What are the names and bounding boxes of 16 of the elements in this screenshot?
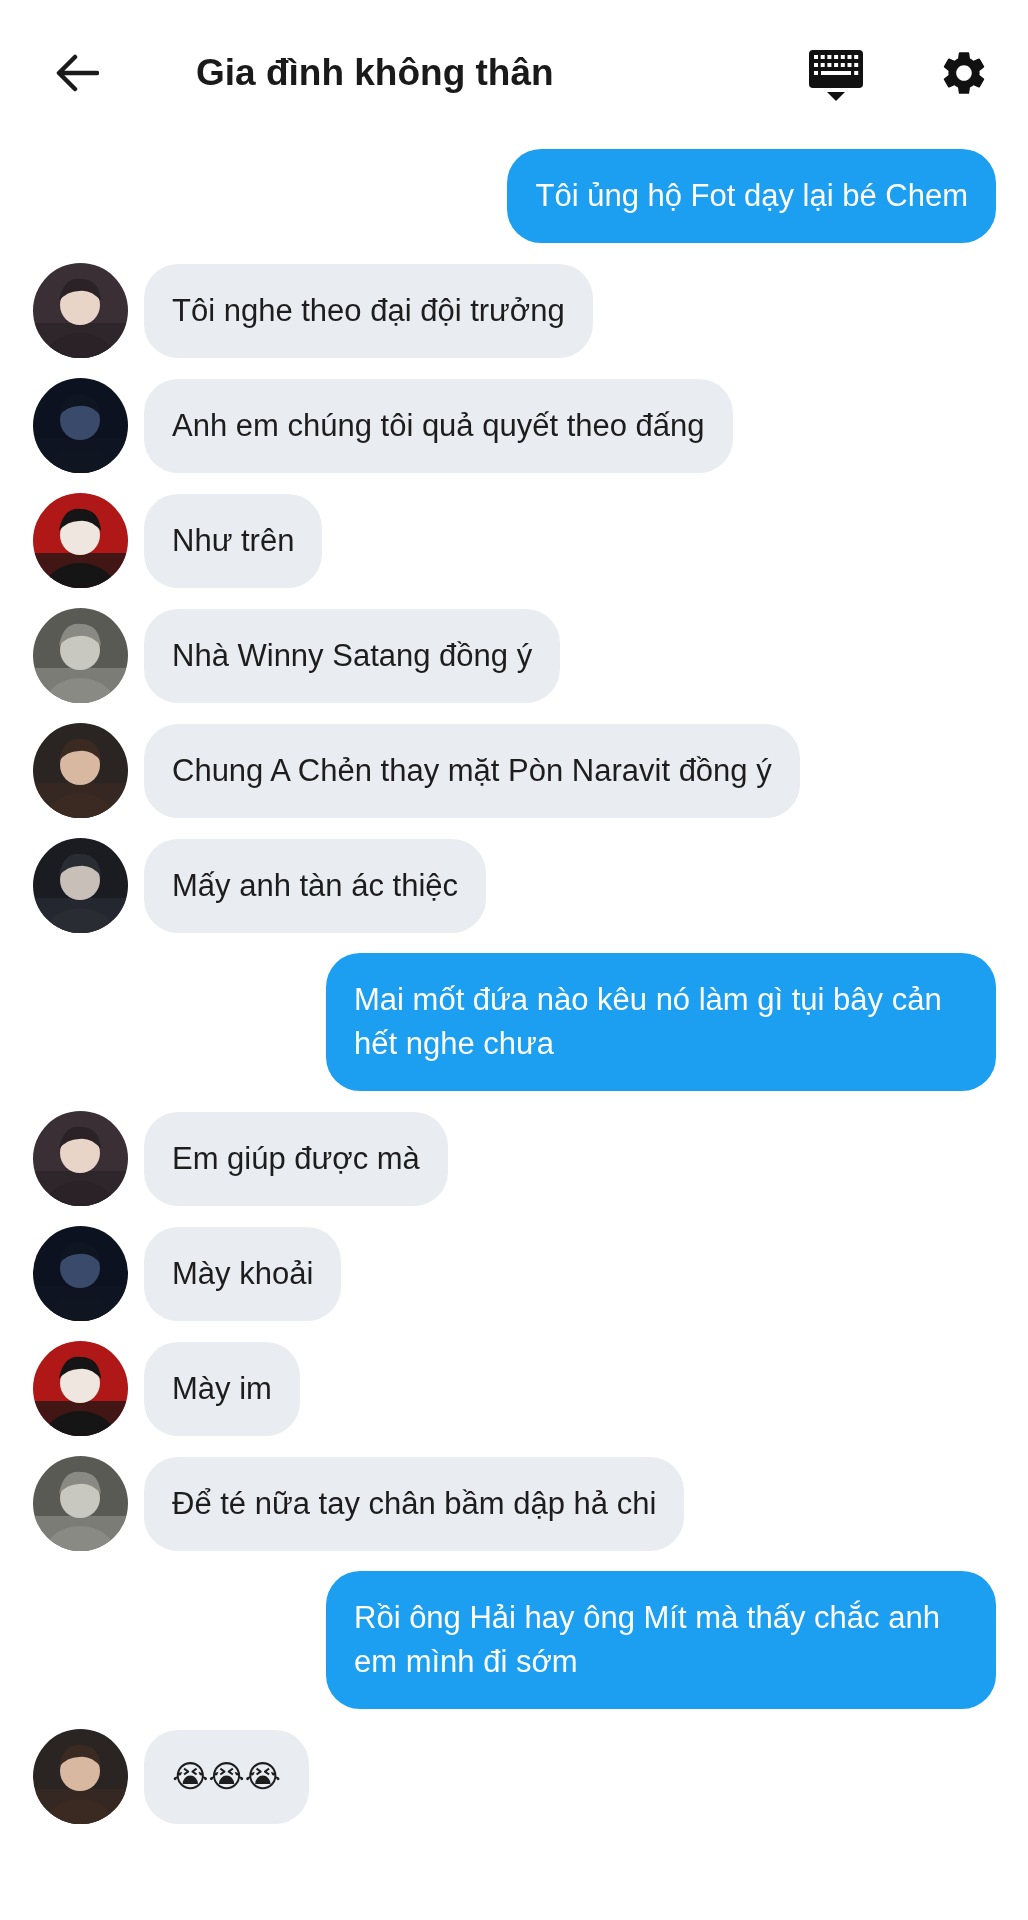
received-message: Anh em chúng tôi quả quyết theo đấng	[144, 379, 733, 473]
received-message: Tôi nghe theo đại đội trưởng	[144, 264, 593, 358]
received-message: Để té nữa tay chân bầm dập hả chi	[144, 1457, 685, 1551]
received-message: Mày khoải	[144, 1227, 342, 1321]
chat-title: Gia đình không thân	[196, 51, 555, 95]
received-message: Mấy anh tàn ác thiệc	[144, 839, 487, 933]
received-message: Chung A Chẻn thay mặt Pòn Naravit đồng ý	[144, 724, 800, 818]
received-message: Mày im	[144, 1342, 300, 1436]
received-message: Nhà Winny Satang đồng ý	[144, 609, 561, 703]
received-message: 😭😭😭	[144, 1730, 309, 1824]
sent-message: Rồi ông Hải hay ông Mít mà thấy chắc anh em mình đi sớm	[326, 1571, 996, 1709]
back-arrow-icon	[55, 54, 99, 92]
sent-message: Mai mốt đứa nào kêu nó làm gì tụi bây cản hết nghe chưa	[326, 953, 996, 1091]
received-message: Như trên	[144, 494, 323, 588]
received-message: Em giúp được mà	[144, 1112, 448, 1206]
sent-message: Tôi ủng hộ Fot dạy lại bé Chem	[507, 149, 996, 243]
